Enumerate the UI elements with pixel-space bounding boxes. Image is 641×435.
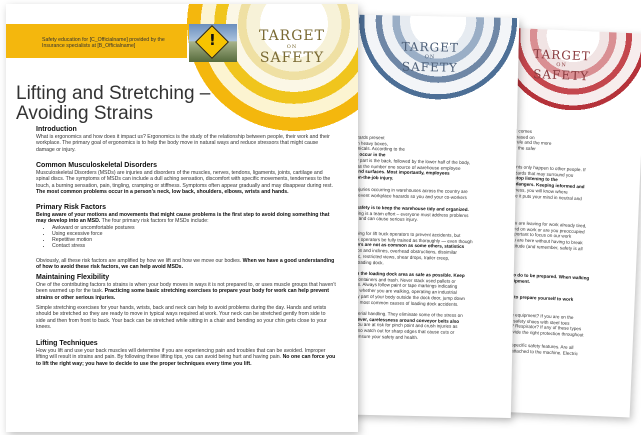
section-body-lifting: How you lift and use your back muscles w… (36, 348, 336, 367)
section-heading-lifting: Lifting Techniques (36, 340, 98, 347)
blue-page-text-3: ce safety is to keep the warehouse tidy … (349, 204, 469, 223)
red-page-text: t comes based on rule and the more r the… (515, 128, 552, 152)
target-on-safety-logo: TARGET ON SAFETY (401, 40, 459, 75)
section-heading-flexibility: Maintaining Flexibility (36, 274, 110, 281)
exclamation-icon: ! (209, 31, 216, 49)
logo-line2: SAFETY (259, 50, 325, 66)
logo-line2: SAFETY (401, 59, 458, 75)
logo-line1: TARGET (401, 39, 460, 55)
blue-page-text: hazards present with heavy boxes, hemica… (350, 134, 471, 181)
logo-line2: SAFETY (532, 66, 590, 84)
blue-page-text-4: training for lift truck operators to pre… (348, 230, 473, 265)
section-heading-introduction: Introduction (36, 126, 77, 133)
blue-page-text-5: keep the loading dock area as safe as po… (348, 270, 466, 307)
banner-text: Safety education for [C_Officialname] pr… (42, 37, 165, 50)
logo-line1: TARGET (259, 28, 325, 44)
logo-line1: TARGET (533, 46, 591, 64)
hazard-sign-photo: ! (189, 24, 237, 62)
section-heading-risk: Primary Risk Factors (36, 204, 107, 211)
blue-page-text-6: l material handling. They eliminate some… (347, 310, 463, 340)
risk-factor-list: Awkward or uncomfortable postures Using … (52, 225, 336, 250)
section-heading-msd: Common Musculoskeletal Disorders (36, 162, 157, 169)
handout-page-front: Safety education for [C_Officialname] pr… (6, 4, 358, 432)
page-title: Lifting and Stretching – Avoiding Strain… (16, 83, 211, 124)
section-body-risk: Being aware of your motions and movement… (36, 212, 336, 250)
target-on-safety-logo: TARGET ON SAFETY (532, 47, 591, 83)
target-on-safety-logo: TARGET ON SAFETY (259, 28, 325, 66)
blue-page-text-2: al injuries occurring in warehouses acro… (350, 186, 468, 200)
section-body-introduction: What is ergonomics and how does it impac… (36, 134, 330, 153)
section-body-risk-after: Obviously, all these risk factors are am… (36, 258, 335, 271)
list-item: Contact stress (52, 243, 336, 249)
section-body-msd: Musculoskeletal Disorders (MSDs) are inj… (36, 170, 333, 195)
section-body-flexibility: One of the contributing factors to strai… (36, 282, 336, 301)
section-body-flexibility-2: Simple stretching exercises for your han… (36, 305, 327, 330)
